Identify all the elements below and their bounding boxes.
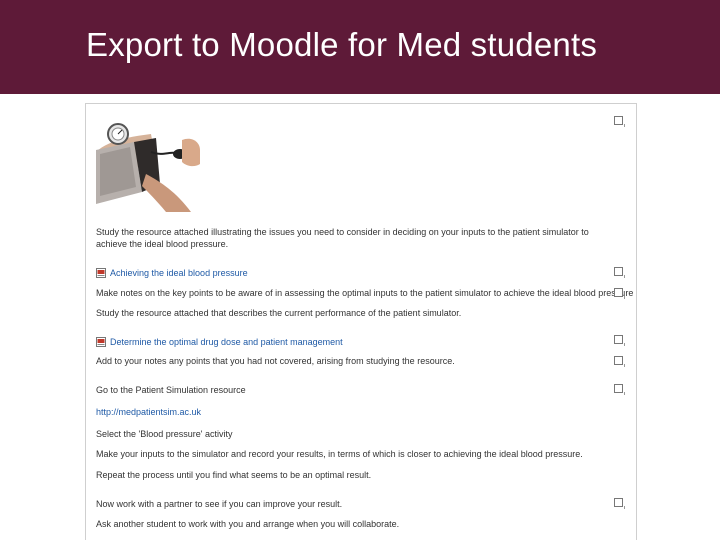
completion-checkbox[interactable] (614, 384, 625, 395)
activity-label-add-notes: Add to your notes any points that you ha… (96, 356, 455, 366)
activity-label-study-performance: Study the resource attached that describ… (96, 308, 462, 318)
completion-checkbox[interactable] (614, 267, 625, 278)
resource-link-optimal-drug-dose[interactable]: Determine the optimal drug dose and pati… (110, 337, 343, 347)
activity-label-work-with-partner: Now work with a partner to see if you ca… (96, 499, 343, 509)
blood-pressure-cuff-photo (96, 112, 200, 212)
completion-checkbox[interactable] (614, 356, 625, 367)
resource-link-ideal-blood-pressure[interactable]: Achieving the ideal blood pressure (110, 268, 248, 278)
activity-label-select-activity: Select the 'Blood pressure' activity (96, 429, 233, 439)
pdf-icon (96, 337, 106, 347)
activity-label-ask-student: Ask another student to work with you and… (96, 519, 400, 529)
completion-checkbox[interactable] (614, 288, 625, 299)
completion-checkbox[interactable] (614, 335, 625, 346)
pdf-icon (96, 268, 106, 278)
completion-checkbox[interactable] (614, 498, 625, 509)
page-title: Export to Moodle for Med students (86, 26, 598, 63)
activity-label-go-to-simulation: Go to the Patient Simulation resource (96, 385, 246, 395)
url-link-medpatientsim[interactable]: http://medpatientsim.ac.uk (96, 407, 201, 417)
completion-checkbox[interactable] (614, 116, 625, 127)
activity-label-repeat-process: Repeat the process until you find what s… (96, 470, 372, 480)
activity-label-make-inputs: Make your inputs to the simulator and re… (96, 449, 583, 459)
header-banner: Export to Moodle for Med students (0, 0, 720, 94)
activity-label-study-resource: Study the resource attached illustrating… (96, 227, 589, 249)
activity-label-make-notes: Make notes on the key points to be aware… (96, 288, 634, 298)
